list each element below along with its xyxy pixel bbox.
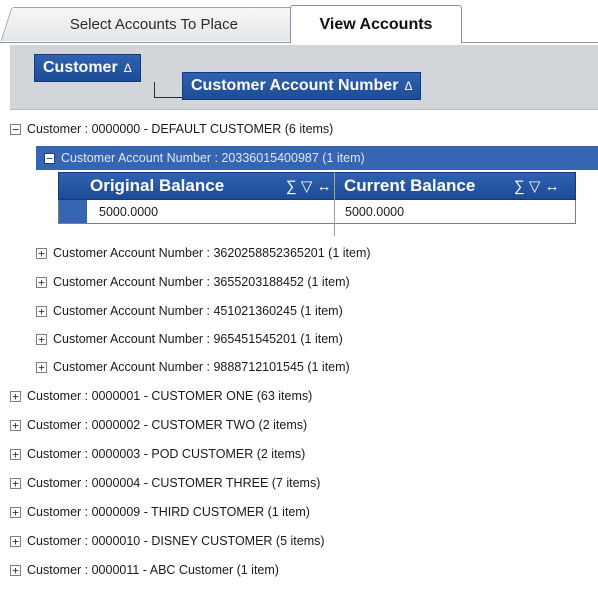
tree-row-account[interactable]: + Customer Account Number : 965451545201… xyxy=(36,328,343,350)
plus-box-icon[interactable]: + xyxy=(36,276,47,288)
sort-ascending-icon: Δ xyxy=(404,79,413,93)
tree-row-customer-expanded[interactable]: − Customer : 0000000 - DEFAULT CUSTOMER … xyxy=(10,118,333,140)
column-tools-original-balance[interactable]: ∑ ▽ ↔ xyxy=(286,172,332,200)
plus-box-icon[interactable]: + xyxy=(10,506,21,518)
tree-row-customer[interactable]: + Customer : 0000009 - THIRD CUSTOMER (1… xyxy=(10,501,310,523)
tree-row-customer[interactable]: + Customer : 0000004 - CUSTOMER THREE (7… xyxy=(10,472,320,494)
group-by-label: Customer xyxy=(43,59,118,76)
tree-row-customer[interactable]: + Customer : 0000010 - DISNEY CUSTOMER (… xyxy=(10,530,325,552)
tree-row-label: Customer : 0000004 - CUSTOMER THREE (7 i… xyxy=(27,476,321,490)
plus-box-icon[interactable]: + xyxy=(10,564,21,576)
group-by-account-number-button[interactable]: Customer Account Number Δ xyxy=(182,72,422,100)
column-header-current-balance[interactable]: Current Balance xyxy=(344,172,475,200)
tree-row-label: Customer Account Number : 3655203188452 … xyxy=(53,275,350,289)
tab-strip: Select Accounts To Place View Accounts xyxy=(0,0,598,44)
column-divider xyxy=(334,172,335,236)
column-header-original-balance[interactable]: Original Balance xyxy=(90,172,224,200)
plus-box-icon[interactable]: + xyxy=(36,305,47,317)
tab-view-accounts[interactable]: View Accounts xyxy=(290,5,462,43)
tree-row-label: Customer : 0000010 - DISNEY CUSTOMER (5 … xyxy=(27,534,325,548)
detail-grid: Original Balance ∑ ▽ ↔ Current Balance ∑… xyxy=(58,172,576,236)
tree-row-label: Customer : 0000002 - CUSTOMER TWO (2 ite… xyxy=(27,418,308,432)
tree-row-label: Customer : 0000001 - CUSTOMER ONE (63 it… xyxy=(27,389,313,403)
plus-box-icon[interactable]: + xyxy=(36,333,47,345)
tree-row-label: Customer Account Number : 36202588523652… xyxy=(53,246,371,260)
cell-original-balance[interactable]: 5000.0000 xyxy=(99,200,158,223)
plus-box-icon[interactable]: + xyxy=(36,247,47,259)
plus-box-icon[interactable]: + xyxy=(10,535,21,547)
column-tools-current-balance[interactable]: ∑ ▽ ↔ xyxy=(514,172,560,200)
tree-row-account[interactable]: + Customer Account Number : 365520318845… xyxy=(36,271,350,293)
sort-ascending-icon: Δ xyxy=(123,61,132,75)
grid-data-row[interactable]: 5000.0000 5000.0000 xyxy=(58,200,576,224)
tree-row-label: Customer : 0000003 - POD CUSTOMER (2 ite… xyxy=(27,447,306,461)
group-by-label: Customer Account Number xyxy=(191,77,399,94)
tab-select-accounts-to-place[interactable]: Select Accounts To Place xyxy=(0,7,308,41)
plus-box-icon[interactable]: + xyxy=(10,390,21,402)
tree-row-account-expanded[interactable]: − Customer Account Number : 203360154009… xyxy=(36,146,598,170)
tab-label: Select Accounts To Place xyxy=(69,16,238,33)
tree-row-label: Customer Account Number : 451021360245 (… xyxy=(53,304,343,318)
tree-row-customer[interactable]: + Customer : 0000002 - CUSTOMER TWO (2 i… xyxy=(10,414,307,436)
minus-box-icon[interactable]: − xyxy=(44,152,55,164)
row-selector[interactable] xyxy=(59,200,87,223)
sum-filter-pin-icons[interactable]: ∑ ▽ ↔ xyxy=(514,177,560,195)
tree-row-customer[interactable]: + Customer : 0000011 - ABC Customer (1 i… xyxy=(10,559,279,581)
tree-row-label: Customer : 0000009 - THIRD CUSTOMER (1 i… xyxy=(27,505,310,519)
tree-row-account[interactable]: + Customer Account Number : 988871210154… xyxy=(36,356,350,378)
tree-row-account[interactable]: + Customer Account Number : 362025885236… xyxy=(36,242,371,264)
sum-filter-pin-icons[interactable]: ∑ ▽ ↔ xyxy=(286,177,332,195)
cell-current-balance[interactable]: 5000.0000 xyxy=(345,200,404,223)
tree-row-customer[interactable]: + Customer : 0000001 - CUSTOMER ONE (63 … xyxy=(10,385,312,407)
group-connector xyxy=(154,82,184,98)
group-by-panel: Customer Δ Customer Account Number Δ xyxy=(10,45,598,110)
tree-row-label: Customer Account Number : 9888712101545 … xyxy=(53,360,350,374)
tree-row-label: Customer Account Number : 20336015400987… xyxy=(61,151,365,165)
plus-box-icon[interactable]: + xyxy=(10,477,21,489)
tree-row-label: Customer : 0000000 - DEFAULT CUSTOMER (6… xyxy=(27,122,334,136)
tree-row-account[interactable]: + Customer Account Number : 451021360245… xyxy=(36,300,343,322)
tree-row-customer[interactable]: + Customer : 0000003 - POD CUSTOMER (2 i… xyxy=(10,443,305,465)
plus-box-icon[interactable]: + xyxy=(10,419,21,431)
plus-box-icon[interactable]: + xyxy=(36,361,47,373)
group-by-customer-button[interactable]: Customer Δ xyxy=(34,54,141,82)
minus-box-icon[interactable]: − xyxy=(10,123,21,135)
tab-label: View Accounts xyxy=(319,15,433,33)
plus-box-icon[interactable]: + xyxy=(10,448,21,460)
tree-row-label: Customer : 0000011 - ABC Customer (1 ite… xyxy=(27,563,279,577)
tree-row-label: Customer Account Number : 965451545201 (… xyxy=(53,332,343,346)
